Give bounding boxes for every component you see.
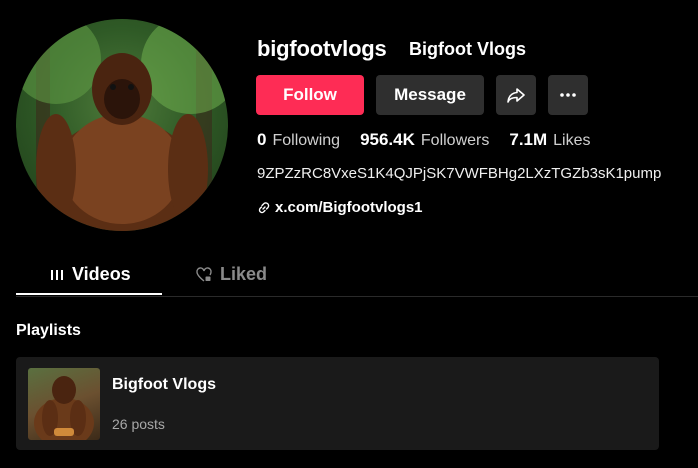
playlist-card[interactable]: Bigfoot Vlogs 26 posts [16,357,659,450]
more-button[interactable] [548,75,588,115]
bigfoot-avatar-image [16,19,228,231]
playlists-heading: Playlists [16,322,81,339]
profile-display-name: Bigfoot Vlogs [409,39,526,59]
share-button[interactable] [496,75,536,115]
profile-bio: 9ZPZzRC8VxeS1K4QJPjSK7VWFBHg2LXzTGZb3sK1… [257,165,662,182]
tab-videos[interactable]: Videos [50,264,131,285]
active-tab-indicator [16,293,162,295]
followers-label[interactable]: Followers [421,132,489,150]
following-label[interactable]: Following [272,132,340,150]
profile-link[interactable]: x.com/Bigfootvlogs1 [257,199,423,216]
follow-button[interactable]: Follow [256,75,364,115]
more-icon [560,93,576,97]
tabs-divider [16,296,698,297]
likes-label: Likes [553,132,591,149]
playlist-title[interactable]: Bigfoot Vlogs [112,376,216,394]
share-icon [507,88,525,103]
message-button[interactable]: Message [376,75,484,115]
profile-stats: 0 Following 956.4K Followers 7.1M Likes [257,130,611,150]
playlist-thumbnail [28,368,100,440]
profile-avatar[interactable] [16,19,228,231]
grid-icon [51,269,63,280]
playlist-post-count: 26 posts [112,416,165,432]
followers-count: 956.4K [360,130,415,149]
profile-username: bigfootvlogs [257,36,387,61]
likes-count: 7.1M [509,130,548,149]
following-count: 0 [257,130,267,149]
profile-link-text[interactable]: x.com/Bigfootvlogs1 [275,199,423,216]
tab-liked-label: Liked [220,264,268,284]
tab-liked[interactable]: Liked [196,264,267,285]
bigfoot-thumbnail-image [34,376,94,440]
heart-lock-icon [196,266,212,282]
tab-videos-label: Videos [72,264,131,284]
link-icon [258,201,270,213]
